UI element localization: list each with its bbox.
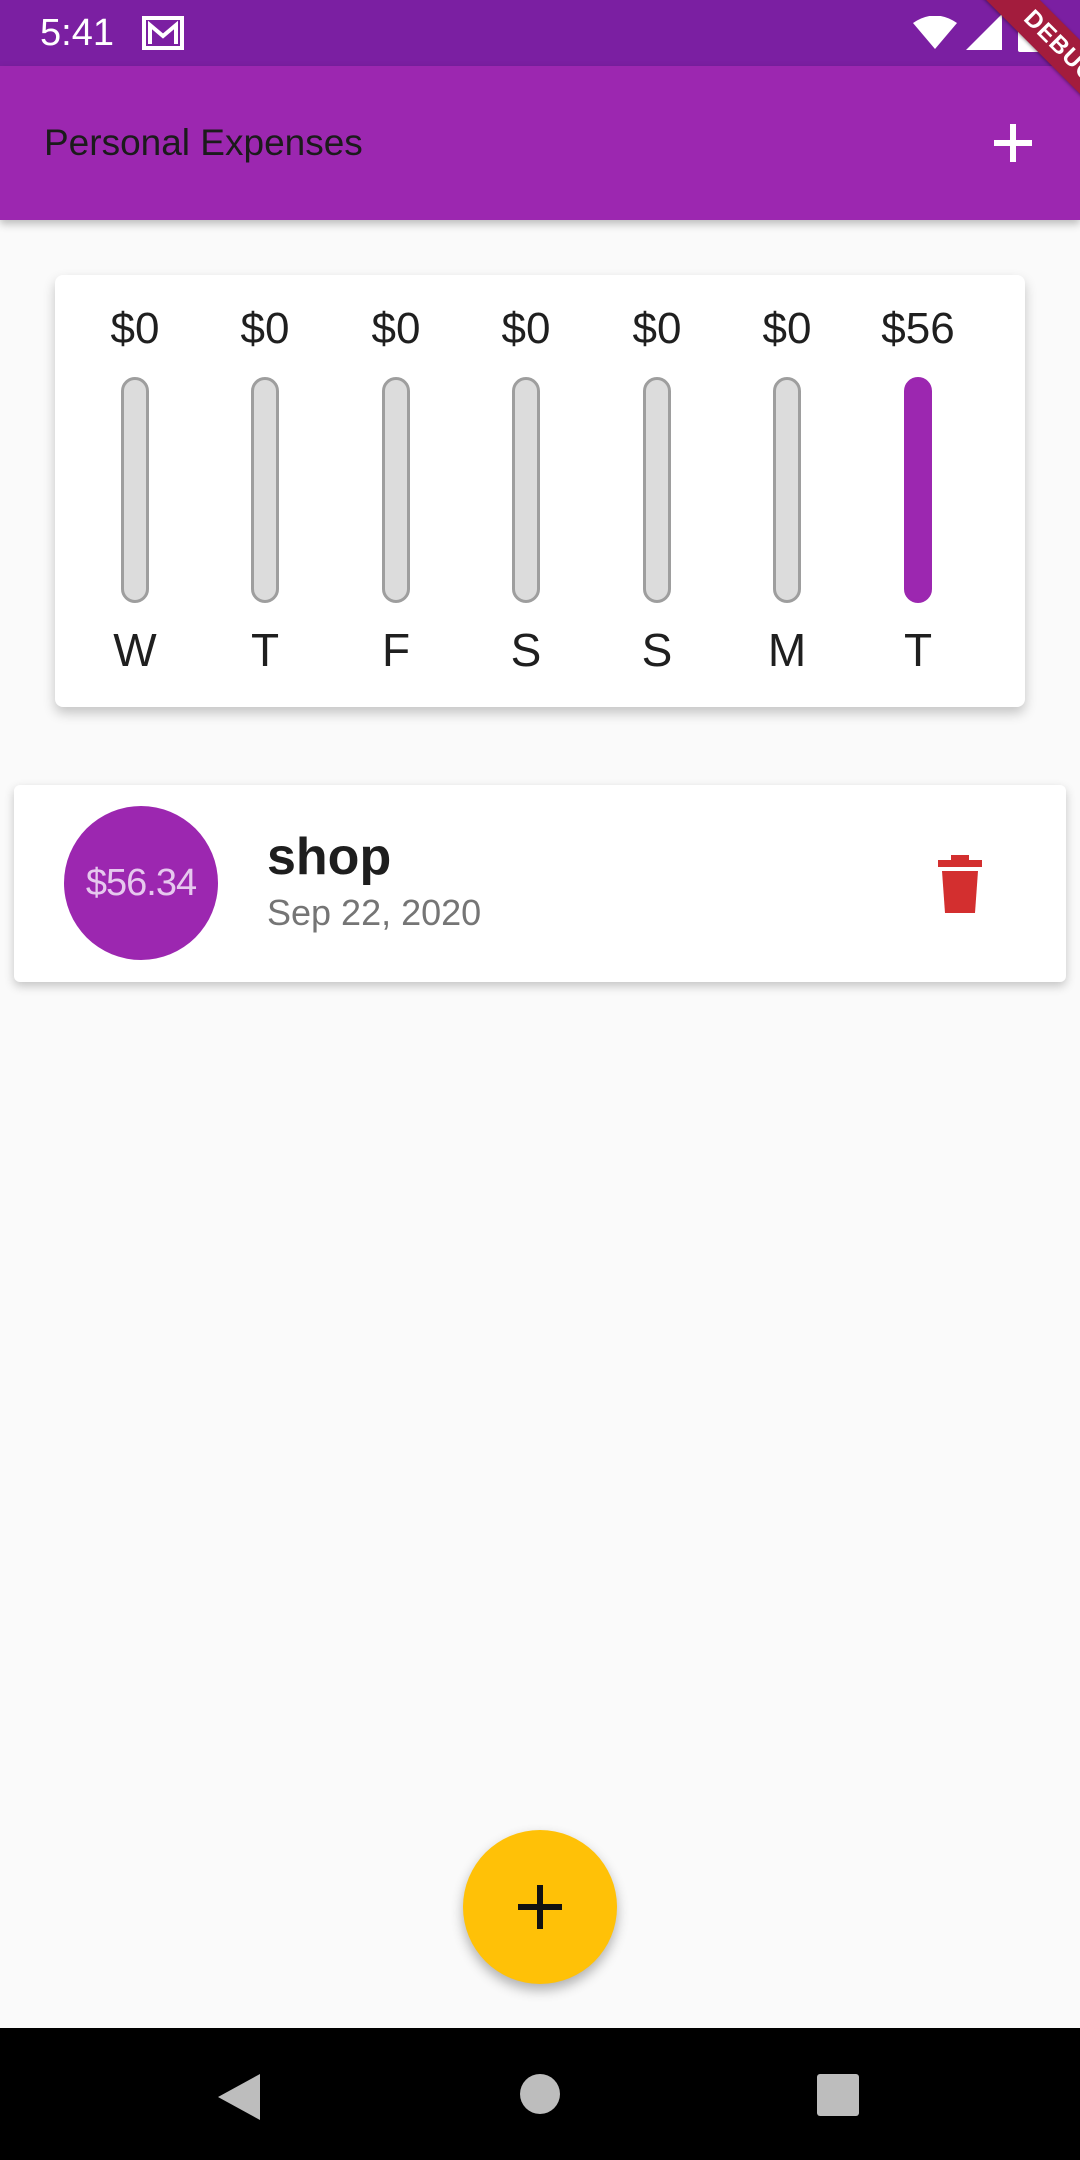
bar-track	[382, 377, 410, 603]
bar-amount: $0	[371, 304, 421, 353]
wifi-icon	[913, 16, 957, 49]
bar-day-label: F	[381, 624, 411, 676]
delete-transaction-button[interactable]	[928, 851, 992, 915]
transaction-amount-avatar: $56.34	[64, 806, 218, 960]
page-title: Personal Expenses	[44, 122, 363, 163]
transaction-list-item[interactable]: $56.34 shop Sep 22, 2020	[14, 785, 1066, 982]
add-expense-button[interactable]	[980, 110, 1046, 176]
bar-amount: $56	[881, 304, 955, 353]
bar-amount: $0	[762, 304, 812, 353]
home-icon[interactable]	[520, 2074, 560, 2114]
bar-day-label: M	[767, 624, 807, 676]
chart-bar-1: $0 T	[200, 275, 330, 707]
bar-track	[643, 377, 671, 603]
bar-day-label: W	[113, 624, 157, 676]
bar-day-label: S	[510, 624, 542, 676]
bar-day-label: S	[641, 624, 673, 676]
chart-bar-5: $0 M	[722, 275, 852, 707]
back-icon[interactable]	[216, 2072, 262, 2122]
bar-fill	[907, 380, 929, 600]
trash-icon	[938, 855, 982, 913]
app-bar: Personal Expenses	[0, 66, 1080, 220]
bar-amount: $0	[501, 304, 551, 353]
transaction-title: shop	[267, 828, 392, 886]
bar-track	[773, 377, 801, 603]
chart-bar-0: $0 W	[70, 275, 200, 707]
chart-bar-4: $0 S	[592, 275, 722, 707]
signal-icon	[966, 14, 1002, 50]
plus-icon	[518, 1885, 562, 1929]
bar-track	[121, 377, 149, 603]
status-bar: 5:41	[0, 0, 1080, 66]
bar-day-label: T	[250, 624, 280, 676]
chart-bar-3: $0 S	[461, 275, 591, 707]
add-transaction-fab[interactable]	[463, 1830, 617, 1984]
bar-amount: $0	[240, 304, 290, 353]
bar-track	[512, 377, 540, 603]
bar-track	[904, 377, 932, 603]
transaction-date: Sep 22, 2020	[267, 892, 482, 933]
mail-icon	[142, 16, 184, 50]
system-nav-bar	[0, 2028, 1080, 2160]
weekly-chart-card: $0 W $0 T $0 F $0 S $0 S $0 M $56 T	[55, 275, 1025, 707]
bar-track	[251, 377, 279, 603]
chart-bar-6: $56 T	[853, 275, 983, 707]
chart-bar-2: $0 F	[331, 275, 461, 707]
bar-amount: $0	[632, 304, 682, 353]
bar-amount: $0	[110, 304, 160, 353]
screen: 5:41 Personal Expenses DEBUG $0 W $0 T $…	[0, 0, 1080, 2160]
bar-day-label: T	[903, 624, 933, 676]
status-time: 5:41	[40, 12, 114, 54]
recents-icon[interactable]	[817, 2074, 859, 2116]
